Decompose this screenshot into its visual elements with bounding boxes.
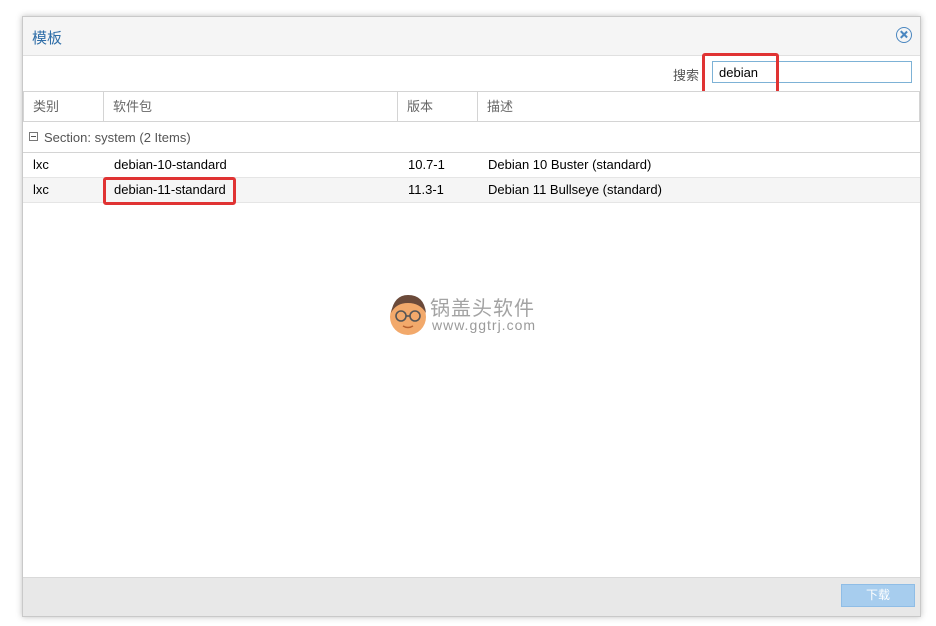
- table-row[interactable]: lxc debian-11-standard 11.3-1 Debian 11 …: [23, 177, 920, 205]
- watermark-mascot-icon: [390, 295, 426, 335]
- cell-package: debian-11-standard: [114, 182, 226, 197]
- group-label: Section: system (2 Items): [44, 130, 191, 145]
- column-header-version[interactable]: 版本: [398, 92, 478, 121]
- grid-header: 类别 软件包 版本 描述: [23, 91, 920, 122]
- dialog-footer: 下载: [23, 577, 920, 616]
- download-button[interactable]: 下载: [841, 584, 915, 607]
- cell-version: 11.3-1: [408, 182, 444, 197]
- cell-description: Debian 11 Bullseye (standard): [488, 182, 662, 197]
- dialog-titlebar: 模板: [23, 17, 920, 56]
- template-dialog: 模板 搜索 类别 软件包 版本 描述 Section: system (2 It…: [22, 16, 921, 617]
- watermark: 锅盖头软件 www.ggtrj.com: [386, 289, 556, 339]
- column-header-type[interactable]: 类别: [24, 92, 104, 121]
- watermark-url: www.ggtrj.com: [432, 317, 537, 333]
- cell-description: Debian 10 Buster (standard): [488, 157, 652, 172]
- cell-type: lxc: [33, 182, 49, 197]
- column-header-description[interactable]: 描述: [478, 92, 919, 121]
- collapse-icon[interactable]: [29, 132, 38, 141]
- dialog-title: 模板: [32, 30, 63, 47]
- cell-version: 10.7-1: [408, 157, 445, 172]
- search-input[interactable]: [712, 61, 912, 83]
- search-label: 搜索: [673, 68, 700, 83]
- cell-type: lxc: [33, 157, 49, 172]
- group-header[interactable]: Section: system (2 Items): [23, 122, 920, 153]
- cell-package: debian-10-standard: [114, 157, 227, 172]
- column-header-package[interactable]: 软件包: [104, 92, 398, 121]
- table-row[interactable]: lxc debian-10-standard 10.7-1 Debian 10 …: [23, 153, 920, 178]
- toolbar: 搜索: [23, 53, 920, 95]
- close-icon[interactable]: [896, 27, 912, 43]
